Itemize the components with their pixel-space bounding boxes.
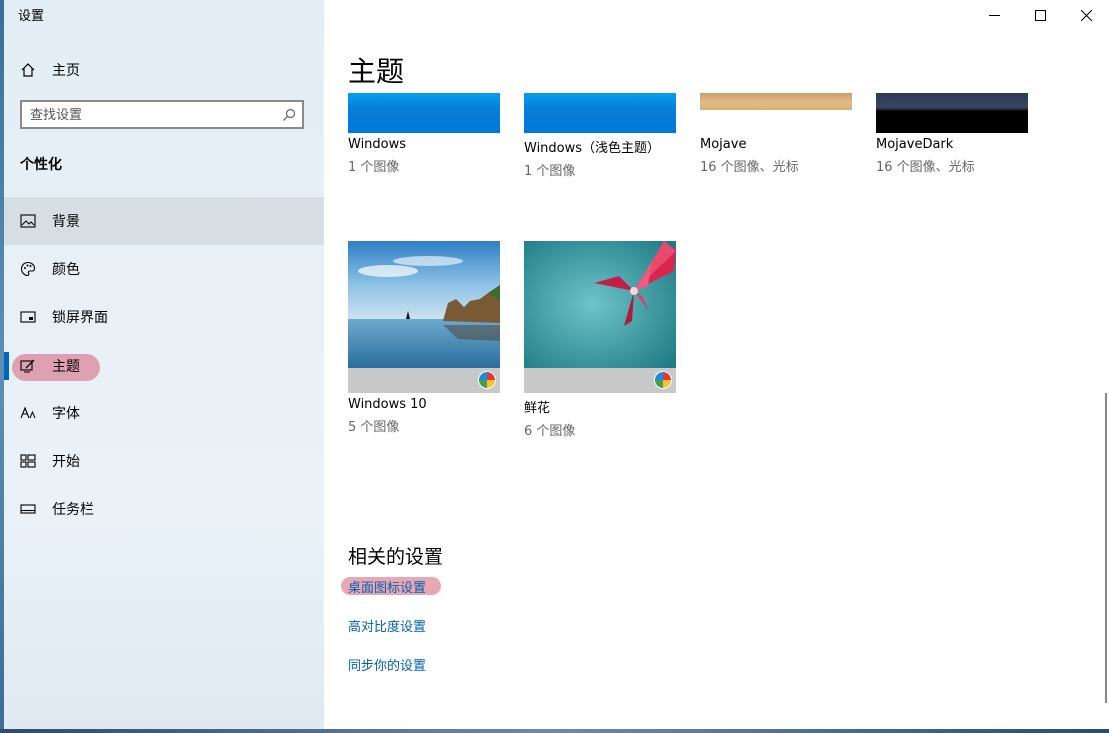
theme-brush-icon	[19, 357, 37, 375]
sidebar-item-start[interactable]: 开始	[4, 437, 324, 485]
sync-settings-link[interactable]: 同步你的设置	[348, 655, 426, 674]
desktop-icon-settings-link[interactable]: 桌面图标设置	[348, 577, 426, 596]
theme-preview	[876, 93, 1028, 133]
close-icon	[1080, 9, 1092, 21]
theme-tile-windows-light[interactable]: Windows（浅色主题） 1 个图像	[524, 93, 676, 179]
search-input[interactable]	[30, 105, 280, 125]
theme-image-count: 1 个图像	[524, 164, 576, 179]
sidebar-item-label: 锁屏界面	[52, 310, 108, 326]
theme-image-count: 16 个图像、光标	[876, 160, 975, 175]
settings-window: 设置 主页 个性化 背景 颜色	[0, 0, 1109, 733]
sidebar-item-fonts[interactable]: 字体	[4, 389, 324, 437]
sidebar-item-lock-screen[interactable]: 锁屏界面	[4, 293, 324, 341]
home-icon	[19, 61, 37, 79]
search-field[interactable]	[20, 100, 304, 129]
page-title: 主题	[348, 55, 405, 88]
sidebar-item-taskbar[interactable]: 任务栏	[4, 485, 324, 533]
theme-name: Mojave	[700, 137, 747, 152]
theme-tile-mojave[interactable]: Mojave 16 个图像、光标	[700, 93, 852, 175]
sidebar-item-label: 主题	[52, 359, 80, 375]
theme-image-count: 16 个图像、光标	[700, 160, 799, 175]
font-icon	[19, 404, 37, 422]
sidebar-item-label: 主页	[52, 63, 80, 79]
lock-screen-icon	[19, 308, 37, 326]
flower-preview-image	[524, 241, 676, 368]
theme-preview	[700, 93, 852, 133]
color-wheel-icon	[478, 371, 496, 389]
theme-name: MojaveDark	[876, 137, 954, 152]
theme-tile-windows[interactable]: Windows 1 个图像	[348, 93, 500, 175]
sidebar-item-label: 颜色	[52, 262, 80, 278]
theme-tile-windows-10[interactable]: Windows 10 5 个图像	[348, 241, 500, 435]
theme-preview	[524, 93, 676, 133]
theme-preview	[524, 241, 676, 393]
sidebar-item-label: 任务栏	[52, 502, 94, 518]
picture-icon	[19, 212, 37, 230]
close-button[interactable]	[1063, 0, 1109, 30]
theme-name: 鲜花	[524, 401, 551, 416]
search-icon[interactable]	[282, 107, 296, 126]
minimize-icon	[988, 14, 1000, 16]
sidebar-item-colors[interactable]: 颜色	[4, 245, 324, 293]
theme-tile-flowers[interactable]: 鲜花 6 个图像	[524, 241, 676, 439]
theme-preview	[348, 241, 500, 393]
related-settings-heading: 相关的设置	[348, 546, 444, 568]
main-content: 主题 Windows 1 个图像 Windows（浅色主题） 1 个图像 Moj…	[324, 0, 1109, 733]
maximize-button[interactable]	[1017, 0, 1063, 30]
maximize-icon	[1034, 9, 1046, 21]
start-grid-icon	[19, 452, 37, 470]
desert-preview-image	[700, 93, 852, 110]
high-contrast-settings-link[interactable]: 高对比度设置	[348, 616, 426, 635]
scrollbar-thumb[interactable]	[1105, 393, 1107, 703]
sidebar-item-background[interactable]: 背景	[4, 197, 324, 245]
theme-image-count: 1 个图像	[348, 160, 400, 175]
desktop-background-strip	[0, 729, 1109, 733]
beach-preview-image	[348, 241, 500, 368]
theme-image-count: 6 个图像	[524, 424, 576, 439]
sidebar-item-home[interactable]: 主页	[4, 46, 324, 94]
sidebar-item-label: 开始	[52, 454, 80, 470]
section-heading: 个性化	[20, 157, 62, 173]
theme-tile-mojave-dark[interactable]: MojaveDark 16 个图像、光标	[876, 93, 1028, 175]
sidebar: 设置 主页 个性化 背景 颜色	[0, 0, 324, 733]
app-title: 设置	[18, 9, 45, 24]
theme-name: Windows（浅色主题）	[524, 141, 661, 156]
theme-image-count: 5 个图像	[348, 420, 400, 435]
palette-icon	[19, 260, 37, 278]
sidebar-item-themes[interactable]: 主题	[4, 342, 324, 390]
minimize-button[interactable]	[971, 0, 1017, 30]
sidebar-item-label: 背景	[52, 214, 80, 230]
taskbar-icon	[19, 500, 37, 518]
color-wheel-icon	[654, 371, 672, 389]
sidebar-item-label: 字体	[52, 406, 80, 422]
theme-name: Windows 10	[348, 397, 427, 412]
theme-preview	[348, 93, 500, 133]
theme-name: Windows	[348, 137, 407, 152]
